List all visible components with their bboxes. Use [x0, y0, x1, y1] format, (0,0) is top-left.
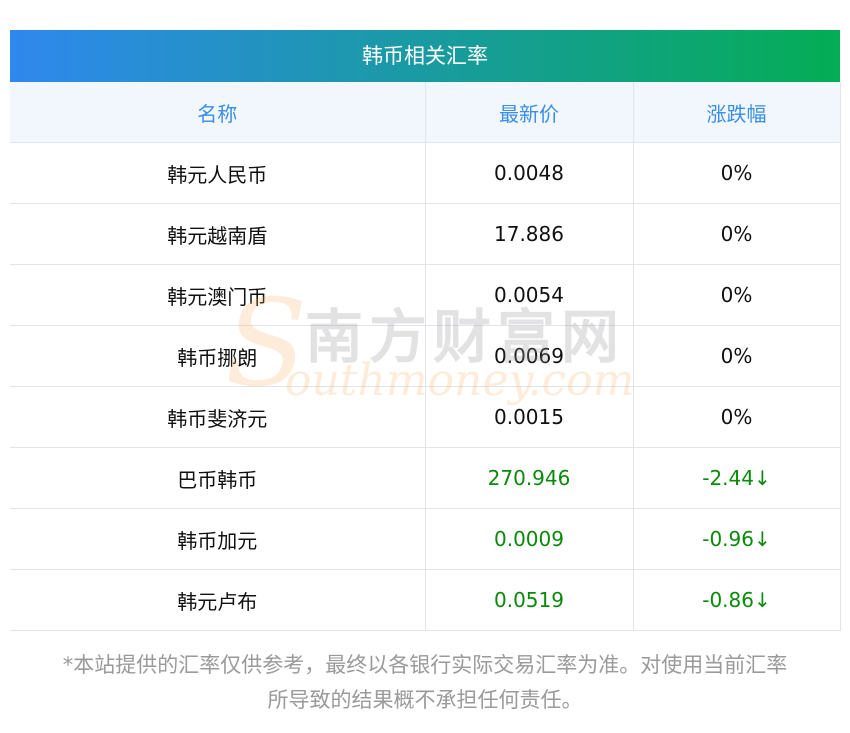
cell-name: 韩币挪朗 — [10, 325, 426, 387]
table-row[interactable]: 韩币挪朗 0.0069 0% — [10, 325, 841, 387]
cell-price: 0.0069 — [424, 325, 634, 387]
disclaimer-line-2: 所导致的结果概不承担任何责任。 — [267, 688, 583, 712]
cell-name: 韩币斐济元 — [10, 386, 426, 448]
cell-change: 0% — [632, 142, 841, 204]
table-row[interactable]: 韩元卢布 0.0519 -0.86↓ — [10, 569, 841, 631]
cell-change: 0% — [632, 325, 841, 387]
cell-price: 0.0048 — [424, 142, 634, 204]
table-row[interactable]: 韩元澳门币 0.0054 0% — [10, 264, 841, 326]
cell-price: 0.0015 — [424, 386, 634, 448]
exchange-rate-panel: 韩币相关汇率 名称 最新价 涨跌幅 韩元人民币 0.0048 0% 韩元越南盾 17.8… — [10, 30, 841, 631]
table-row[interactable]: 韩元人民币 0.0048 0% — [10, 142, 841, 204]
rate-table: 名称 最新价 涨跌幅 韩元人民币 0.0048 0% 韩元越南盾 17.886 0% 韩元澳… — [10, 82, 841, 631]
disclaimer-line-1: *本站提供的汇率仅供参考，最终以各银行实际交易汇率为准。对使用当前汇率 — [62, 653, 788, 677]
table-row[interactable]: 巴币韩币 270.946 -2.44↓ — [10, 447, 841, 509]
cell-change: -2.44↓ — [632, 447, 841, 509]
table-header-row: 名称 最新价 涨跌幅 — [10, 82, 841, 143]
cell-name: 韩元人民币 — [10, 142, 426, 204]
cell-name: 韩币加元 — [10, 508, 426, 570]
cell-name: 韩元卢布 — [10, 569, 426, 631]
header-change: 涨跌幅 — [632, 82, 841, 143]
table-row[interactable]: 韩币斐济元 0.0015 0% — [10, 386, 841, 448]
header-price: 最新价 — [424, 82, 634, 143]
table-row[interactable]: 韩元越南盾 17.886 0% — [10, 203, 841, 265]
cell-change: -0.86↓ — [632, 569, 841, 631]
cell-name: 巴币韩币 — [10, 447, 426, 509]
cell-change: -0.96↓ — [632, 508, 841, 570]
cell-change: 0% — [632, 203, 841, 265]
panel-title: 韩币相关汇率 — [10, 30, 840, 82]
cell-price: 0.0009 — [424, 508, 634, 570]
disclaimer: *本站提供的汇率仅供参考，最终以各银行实际交易汇率为准。对使用当前汇率 所导致的… — [0, 648, 850, 718]
cell-price: 0.0519 — [424, 569, 634, 631]
table-row[interactable]: 韩币加元 0.0009 -0.96↓ — [10, 508, 841, 570]
cell-price: 17.886 — [424, 203, 634, 265]
cell-change: 0% — [632, 386, 841, 448]
cell-change: 0% — [632, 264, 841, 326]
header-name: 名称 — [10, 82, 426, 143]
cell-name: 韩元澳门币 — [10, 264, 426, 326]
cell-name: 韩元越南盾 — [10, 203, 426, 265]
cell-price: 0.0054 — [424, 264, 634, 326]
cell-price: 270.946 — [424, 447, 634, 509]
